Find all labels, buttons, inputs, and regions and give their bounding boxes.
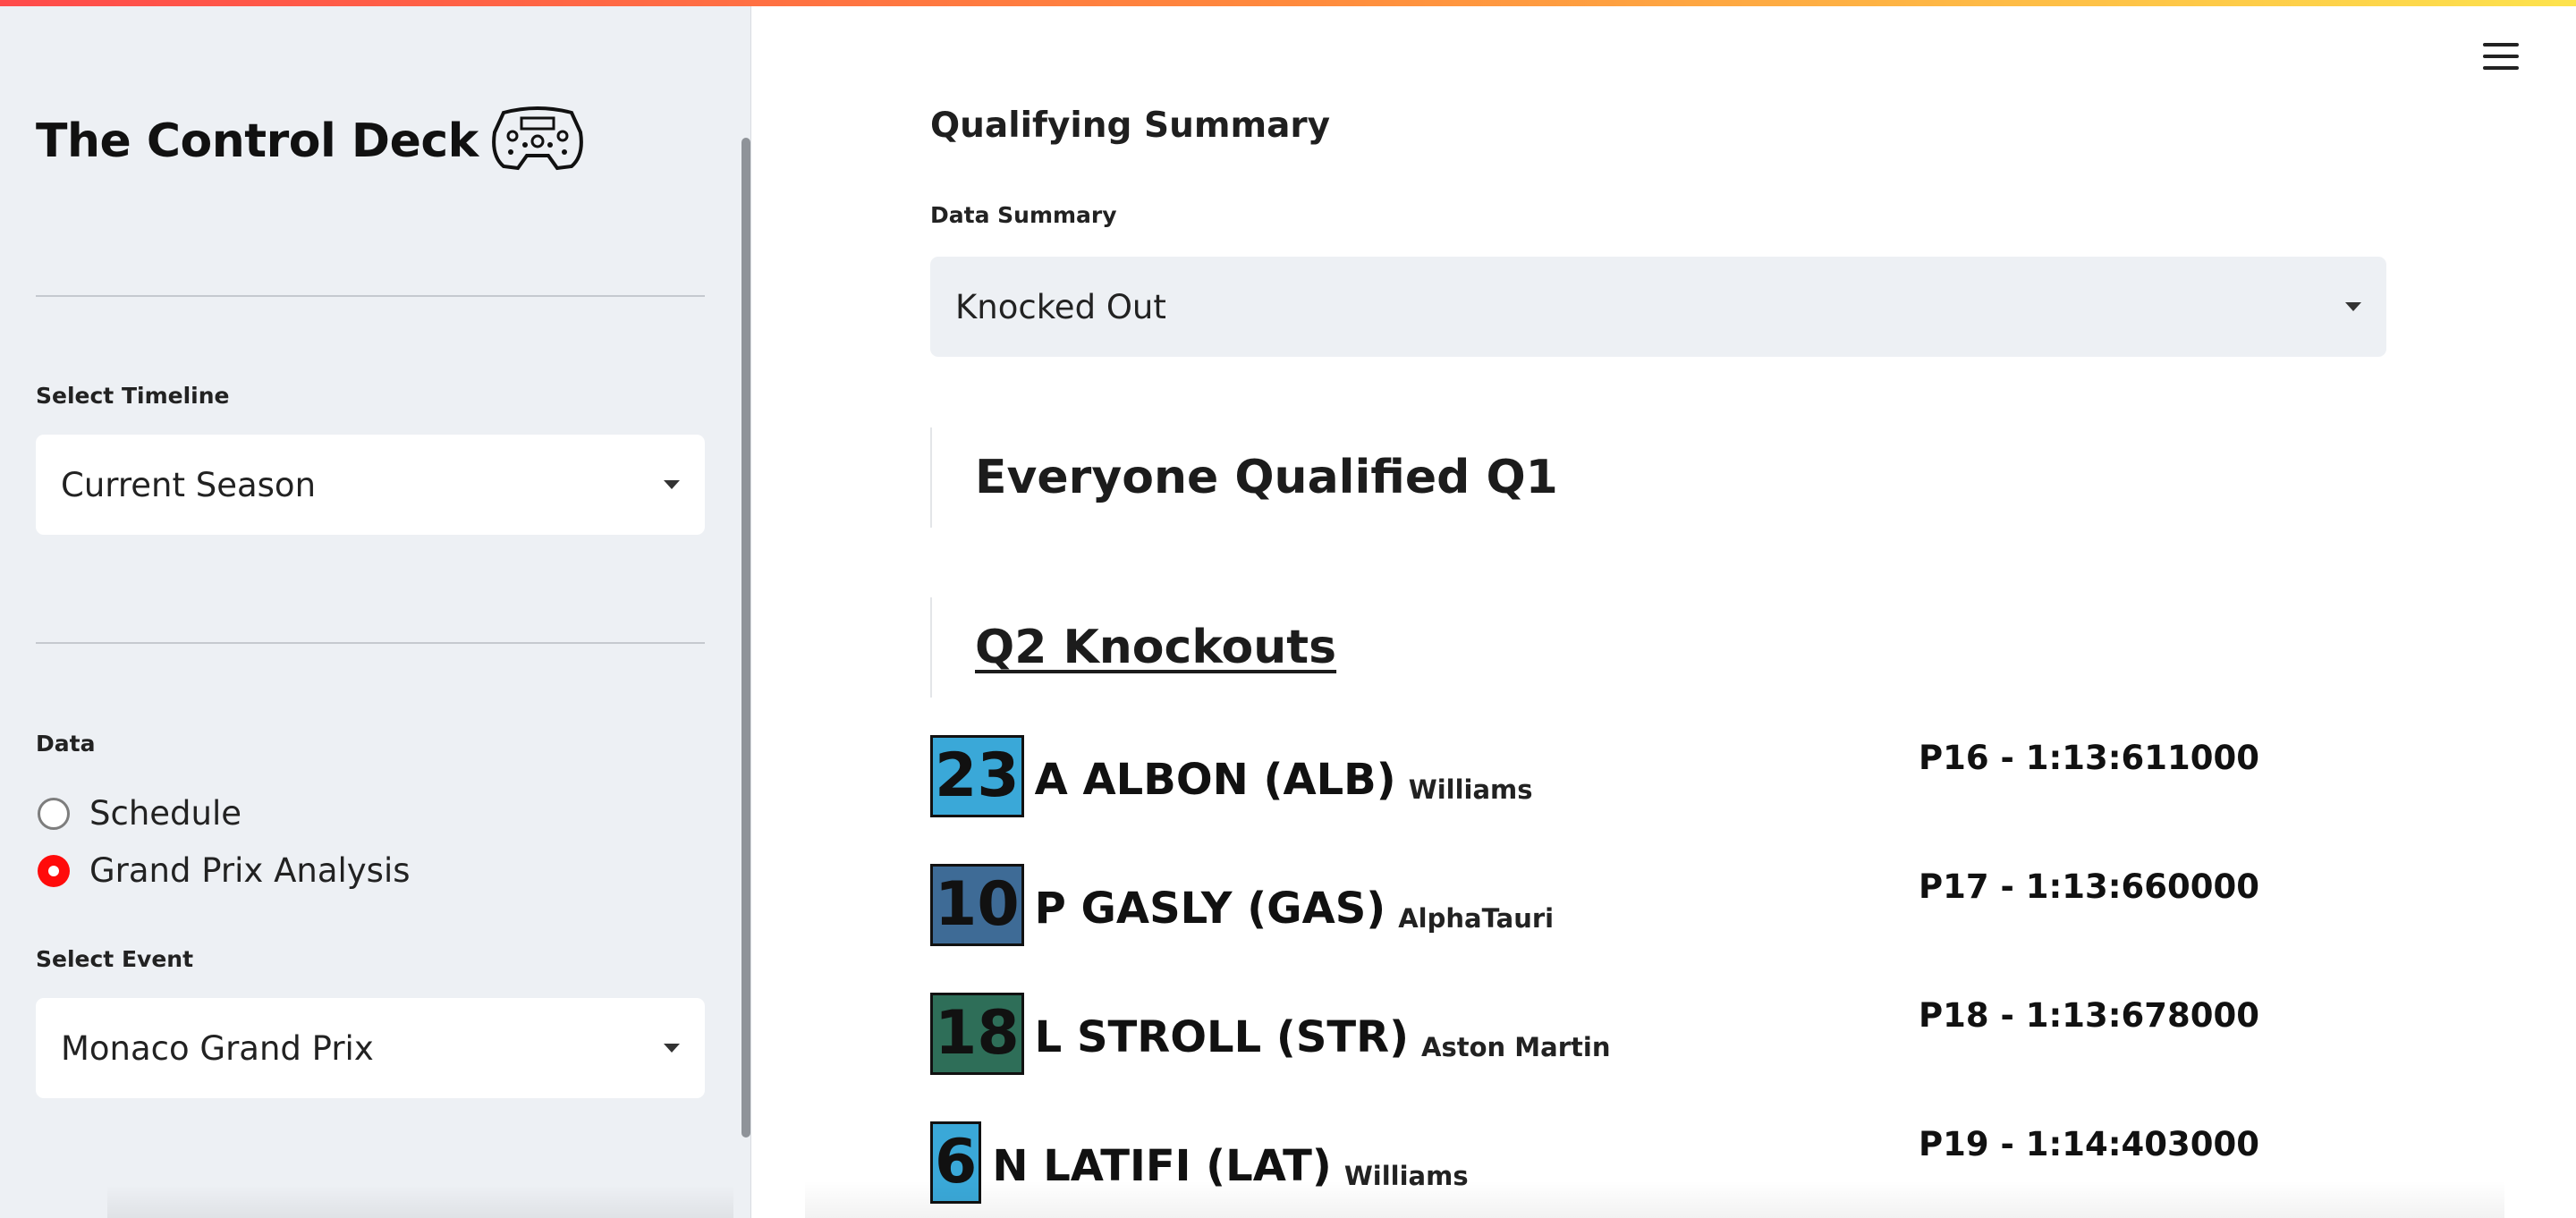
radio-label-grand-prix-analysis: Grand Prix Analysis — [89, 851, 411, 890]
brand: The Control Deck — [36, 106, 584, 176]
driver-number-badge: 23 — [930, 735, 1024, 817]
q2-knockouts-link[interactable]: Q2 Knockouts — [975, 621, 1336, 674]
radio-schedule[interactable]: Schedule — [38, 794, 242, 833]
driver-name: P GASLY (GAS) — [1034, 884, 1386, 934]
timeline-select-value: Current Season — [61, 465, 317, 504]
top-decoration-bar — [0, 0, 2576, 6]
driver-result: P17 - 1:13:660000 — [1919, 867, 2260, 906]
sidebar-scrollbar[interactable] — [741, 138, 750, 1138]
driver-number-badge: 10 — [930, 864, 1024, 946]
main-bottom-shadow — [805, 1180, 2504, 1218]
sidebar-divider — [36, 295, 705, 297]
data-label: Data — [36, 731, 96, 757]
driver-team: Aston Martin — [1421, 1032, 1611, 1062]
driver-row: 10 P GASLY (GAS) AlphaTauri — [930, 864, 1554, 946]
q2-section: Q2 Knockouts — [930, 597, 1336, 698]
driver-row: 23 A ALBON (ALB) Williams — [930, 735, 1533, 817]
driver-result: P19 - 1:14:403000 — [1919, 1125, 2260, 1163]
steering-wheel-icon — [491, 106, 584, 176]
sidebar-bottom-shadow — [107, 1185, 733, 1218]
radio-unchecked-icon[interactable] — [38, 797, 70, 830]
driver-number-badge: 18 — [930, 993, 1024, 1075]
radio-checked-icon[interactable] — [38, 854, 70, 887]
driver-row: 18 L STROLL (STR) Aston Martin — [930, 993, 1610, 1075]
radio-label-schedule: Schedule — [89, 794, 242, 833]
timeline-label: Select Timeline — [36, 383, 230, 409]
chevron-down-icon — [664, 480, 680, 489]
app-title: The Control Deck — [36, 114, 479, 168]
event-select-value: Monaco Grand Prix — [61, 1028, 374, 1068]
driver-team: AlphaTauri — [1398, 903, 1555, 934]
timeline-select[interactable]: Current Season — [36, 435, 705, 535]
driver-result: P16 - 1:13:611000 — [1919, 739, 2260, 777]
summary-select[interactable]: Knocked Out — [930, 257, 2386, 357]
driver-team: Williams — [1408, 774, 1533, 805]
q1-title: Everyone Qualified Q1 — [975, 451, 1558, 504]
radio-grand-prix-analysis[interactable]: Grand Prix Analysis — [38, 851, 411, 890]
driver-result: P18 - 1:13:678000 — [1919, 996, 2260, 1035]
sidebar-divider — [36, 642, 705, 644]
summary-label: Data Summary — [930, 202, 1117, 228]
event-label: Select Event — [36, 946, 194, 972]
sidebar: The Control Deck Select Timeline Current… — [0, 0, 751, 1218]
driver-name: A ALBON (ALB) — [1034, 755, 1396, 805]
q1-section: Everyone Qualified Q1 — [930, 427, 1558, 528]
driver-name: L STROLL (STR) — [1034, 1012, 1410, 1062]
page-title: Qualifying Summary — [930, 106, 1331, 146]
summary-select-value: Knocked Out — [955, 287, 1166, 326]
hamburger-menu-icon[interactable] — [2483, 43, 2519, 72]
event-select[interactable]: Monaco Grand Prix — [36, 998, 705, 1098]
chevron-down-icon — [664, 1044, 680, 1053]
chevron-down-icon — [2345, 302, 2361, 311]
